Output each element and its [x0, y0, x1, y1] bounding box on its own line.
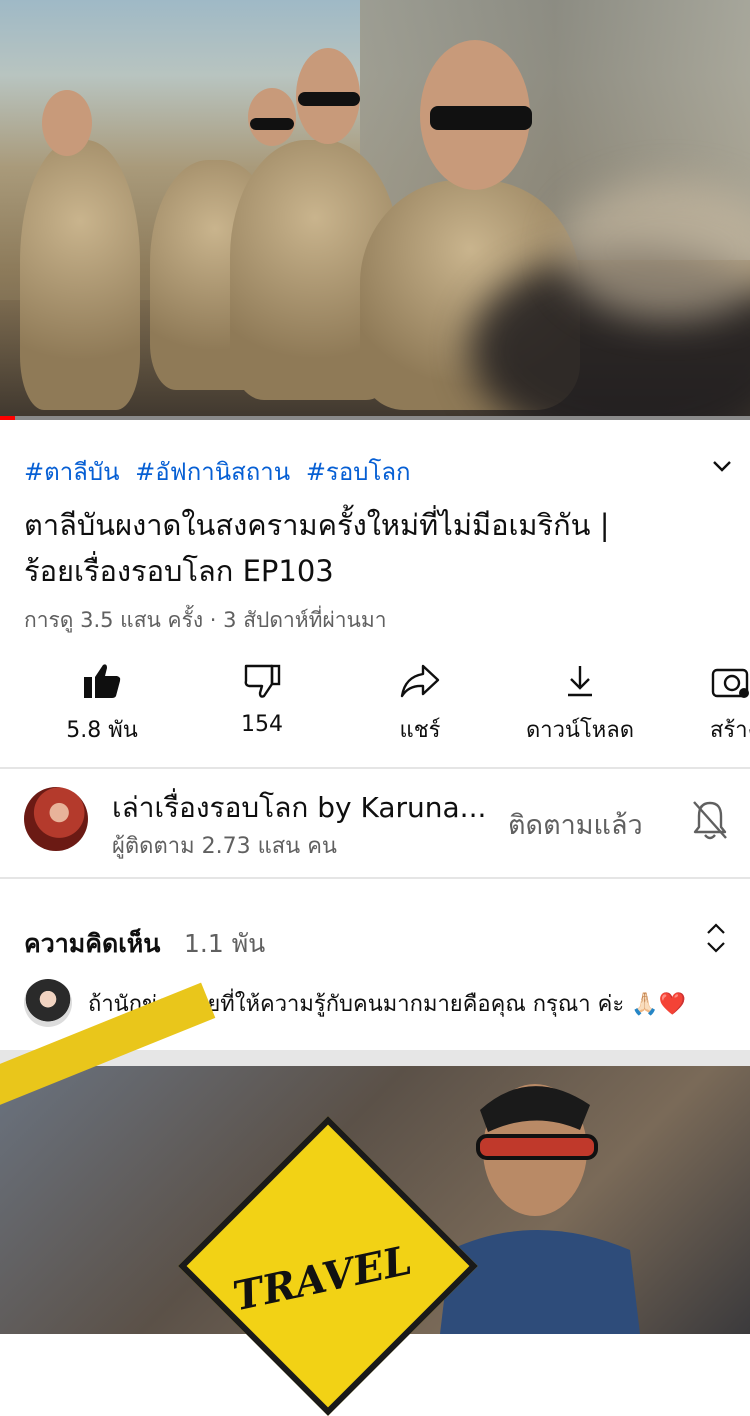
video-meta: การดู 3.5 แสน ครั้ง · 3 สัปดาห์ที่ผ่านมา: [24, 608, 387, 632]
channel-avatar[interactable]: [24, 787, 88, 851]
video-progress-played: [0, 416, 15, 420]
share-button[interactable]: แชร์: [340, 656, 500, 747]
hashtag-link[interactable]: #รอบโลก: [306, 458, 411, 486]
share-label: แชร์: [399, 718, 441, 743]
divider: [0, 877, 750, 879]
thumbnail-person: [440, 1070, 640, 1334]
hashtag-list: #ตาลีบัน #อัฟกานิสถาน #รอบโลก: [24, 452, 419, 491]
video-frame-figure: [430, 106, 532, 130]
video-title-line: ตาลีบันผงาดในสงครามครั้งใหม่ที่ไม่มีอเมร…: [24, 508, 610, 542]
like-button[interactable]: 5.8 พัน: [22, 656, 182, 747]
video-title[interactable]: ตาลีบันผงาดในสงครามครั้งใหม่ที่ไม่มีอเมร…: [24, 502, 684, 594]
comments-heading[interactable]: ความคิดเห็น: [24, 924, 160, 964]
divider: [0, 767, 750, 769]
video-frame-figure: [20, 140, 140, 410]
create-clip-button[interactable]: สร้าง: [710, 656, 750, 747]
subscriber-count: ผู้ติดตาม 2.73 แสน คน: [112, 834, 337, 859]
unfold-icon: [707, 923, 725, 953]
action-bar: 5.8 พัน 154 แชร์ ดาวน์โหลด สร้า: [0, 656, 750, 766]
create-clip-icon: [711, 668, 749, 698]
like-count: 5.8 พัน: [66, 718, 138, 743]
dislike-count: 154: [241, 712, 283, 737]
download-label: ดาวน์โหลด: [525, 718, 635, 743]
video-frame-figure: [42, 90, 92, 156]
dislike-button[interactable]: 154: [182, 656, 342, 737]
channel-name[interactable]: เล่าเรื่องรอบโลก by Karuna...: [112, 786, 502, 830]
video-frame-figure: [248, 88, 296, 146]
download-button[interactable]: ดาวน์โหลด: [500, 656, 660, 747]
video-player[interactable]: [0, 0, 750, 420]
video-frame-figure: [298, 92, 360, 106]
create-label: สร้าง: [710, 718, 750, 743]
video-frame-figure: [250, 118, 294, 130]
video-title-line: ร้อยเรื่องรอบโลก EP103: [24, 554, 334, 588]
notification-bell-button[interactable]: [690, 798, 730, 842]
video-progress-bar[interactable]: [0, 416, 750, 420]
share-icon: [400, 664, 440, 698]
chevron-down-icon: [713, 461, 731, 472]
thumbs-down-icon: [244, 664, 281, 698]
comments-expand-button[interactable]: [702, 920, 730, 956]
download-icon: [568, 666, 592, 697]
comments-count: 1.1 พัน: [184, 929, 266, 958]
subscribed-button[interactable]: ติดตามแล้ว: [508, 803, 643, 846]
hashtag-link[interactable]: #ตาลีบัน: [24, 458, 120, 486]
expand-description-button[interactable]: [708, 452, 736, 480]
commenter-avatar: [24, 979, 72, 1027]
thumbs-up-icon: [84, 664, 121, 698]
bell-off-icon: [693, 801, 727, 840]
hashtag-link[interactable]: #อัฟกานิสถาน: [135, 458, 290, 486]
